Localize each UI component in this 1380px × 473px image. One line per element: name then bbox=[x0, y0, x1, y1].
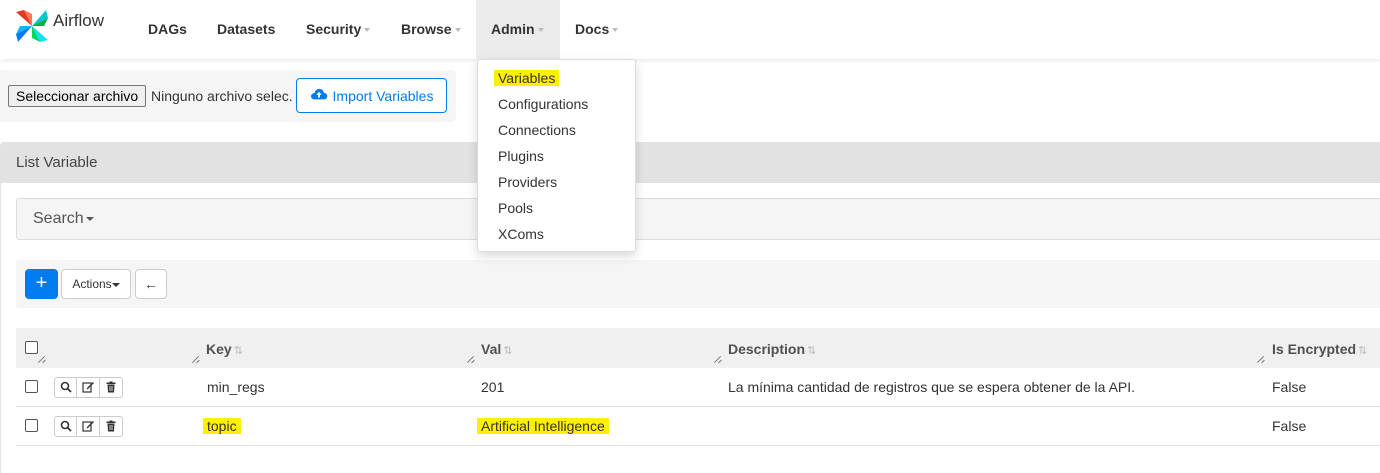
trash-icon bbox=[105, 380, 117, 396]
nav-browse-label: Browse bbox=[401, 21, 452, 37]
search-icon bbox=[60, 380, 72, 396]
menu-item-pools[interactable]: Pools bbox=[498, 197, 533, 219]
cell-key: min_regs bbox=[207, 379, 265, 395]
table-row: topic Artificial Intelligence False bbox=[16, 407, 1380, 446]
menu-item-plugins[interactable]: Plugins bbox=[498, 145, 544, 167]
column-resize-icon[interactable] bbox=[192, 355, 200, 363]
menu-item-providers-label: Providers bbox=[498, 174, 558, 190]
column-resize-icon[interactable] bbox=[38, 355, 46, 363]
menu-item-xcoms-label: XComs bbox=[498, 226, 544, 242]
nav-dags-label: DAGs bbox=[148, 21, 187, 37]
nav-docs-label: Docs bbox=[575, 21, 610, 37]
actions-toolbar: + Actions ← bbox=[16, 260, 1380, 308]
table-header: Key ⇅ Val ⇅ Description ⇅ Is Encrypted ⇅ bbox=[16, 328, 1380, 368]
cell-val: 201 bbox=[481, 379, 505, 395]
search-toggle[interactable]: Search bbox=[16, 198, 1380, 240]
delete-record-button[interactable] bbox=[100, 416, 123, 437]
caret-down-icon bbox=[537, 28, 544, 33]
nav-security[interactable]: Security bbox=[291, 0, 385, 59]
nav-admin[interactable]: Admin bbox=[476, 0, 560, 59]
column-resize-icon[interactable] bbox=[467, 355, 475, 363]
nav-datasets-label: Datasets bbox=[217, 21, 276, 37]
edit-record-button[interactable] bbox=[77, 416, 100, 437]
choose-file-button[interactable]: Seleccionar archivo bbox=[8, 85, 147, 107]
nav-docs[interactable]: Docs bbox=[560, 0, 633, 59]
nav-dags[interactable]: DAGs bbox=[133, 0, 202, 59]
row-actions bbox=[54, 377, 123, 398]
column-header-val[interactable]: Val ⇅ bbox=[481, 341, 512, 357]
back-button[interactable]: ← bbox=[135, 269, 167, 299]
search-label: Search bbox=[33, 210, 84, 227]
brand-name: Airflow bbox=[53, 10, 105, 30]
caret-down-icon bbox=[612, 28, 619, 33]
actions-label: Actions bbox=[72, 277, 112, 291]
caret-down-icon bbox=[85, 216, 94, 221]
select-all-checkbox[interactable] bbox=[25, 341, 38, 354]
menu-item-plugins-label: Plugins bbox=[498, 148, 544, 164]
column-key-label: Key bbox=[206, 341, 232, 357]
menu-item-configurations-label: Configurations bbox=[498, 96, 589, 112]
page-title: List Variable bbox=[16, 154, 98, 171]
cell-is-encrypted: False bbox=[1272, 379, 1307, 395]
navbar: Airflow DAGs Datasets Security Browse Ad… bbox=[0, 0, 1380, 59]
column-description-label: Description bbox=[728, 341, 806, 357]
menu-item-connections[interactable]: Connections bbox=[498, 119, 576, 141]
column-header-description[interactable]: Description ⇅ bbox=[728, 341, 816, 357]
menu-item-configurations[interactable]: Configurations bbox=[498, 93, 588, 115]
column-header-key[interactable]: Key ⇅ bbox=[206, 341, 243, 357]
edit-icon bbox=[82, 419, 94, 435]
cell-key: topic bbox=[203, 418, 241, 434]
import-variables-form: Seleccionar archivo Ninguno archivo sele… bbox=[0, 70, 456, 122]
panel-header: List Variable bbox=[0, 142, 1380, 183]
nav-admin-label: Admin bbox=[491, 21, 535, 37]
edit-record-button[interactable] bbox=[77, 377, 100, 398]
view-record-button[interactable] bbox=[54, 377, 77, 398]
search-toggle-label: Search bbox=[33, 210, 94, 228]
column-resize-icon[interactable] bbox=[1257, 355, 1265, 363]
menu-item-variables[interactable]: Variables bbox=[494, 67, 560, 89]
column-is-encrypted-label: Is Encrypted bbox=[1272, 341, 1357, 357]
edit-icon bbox=[82, 380, 94, 396]
nav-security-label: Security bbox=[306, 21, 362, 37]
cell-val: Artificial Intelligence bbox=[477, 418, 609, 434]
menu-item-providers[interactable]: Providers bbox=[498, 171, 557, 193]
import-variables-label: Import Variables bbox=[332, 87, 434, 104]
row-actions bbox=[54, 416, 123, 437]
airflow-pinwheel-icon bbox=[14, 8, 50, 47]
cell-is-encrypted: False bbox=[1272, 418, 1307, 434]
row-checkbox[interactable] bbox=[25, 419, 38, 432]
caret-down-icon bbox=[454, 28, 461, 33]
sort-icon: ⇅ bbox=[233, 345, 243, 357]
column-resize-icon[interactable] bbox=[714, 355, 722, 363]
column-val-label: Val bbox=[481, 341, 502, 357]
delete-record-button[interactable] bbox=[100, 377, 123, 398]
column-header-is-encrypted[interactable]: Is Encrypted ⇅ bbox=[1272, 341, 1367, 357]
row-checkbox[interactable] bbox=[25, 380, 38, 393]
actions-dropdown-button[interactable]: Actions bbox=[61, 269, 131, 299]
caret-down-icon bbox=[364, 28, 371, 33]
sort-icon: ⇅ bbox=[503, 345, 513, 357]
menu-item-variables-label: Variables bbox=[494, 70, 560, 86]
nav-datasets[interactable]: Datasets bbox=[202, 0, 290, 59]
menu-item-xcoms[interactable]: XComs bbox=[498, 223, 544, 245]
trash-icon bbox=[105, 419, 117, 435]
add-record-button[interactable]: + bbox=[25, 269, 58, 299]
search-icon bbox=[60, 419, 72, 435]
view-record-button[interactable] bbox=[54, 416, 77, 437]
file-status-text: Ninguno archivo selec. bbox=[151, 88, 293, 104]
cell-description: La mínima cantidad de registros que se e… bbox=[728, 379, 1136, 395]
arrow-left-icon: ← bbox=[144, 276, 158, 292]
brand[interactable]: Airflow bbox=[14, 8, 104, 47]
sort-icon: ⇅ bbox=[1358, 345, 1368, 357]
import-variables-button[interactable]: Import Variables bbox=[296, 78, 447, 113]
menu-item-connections-label: Connections bbox=[498, 122, 576, 138]
menu-item-pools-label: Pools bbox=[498, 200, 534, 216]
cloud-upload-icon bbox=[310, 85, 328, 106]
table-row: min_regs 201 La mínima cantidad de regis… bbox=[16, 368, 1380, 407]
nav-browse[interactable]: Browse bbox=[386, 0, 476, 59]
admin-dropdown-menu: Variables Configurations Connections Plu… bbox=[477, 59, 636, 252]
caret-down-icon bbox=[111, 282, 120, 287]
sort-icon: ⇅ bbox=[807, 345, 817, 357]
